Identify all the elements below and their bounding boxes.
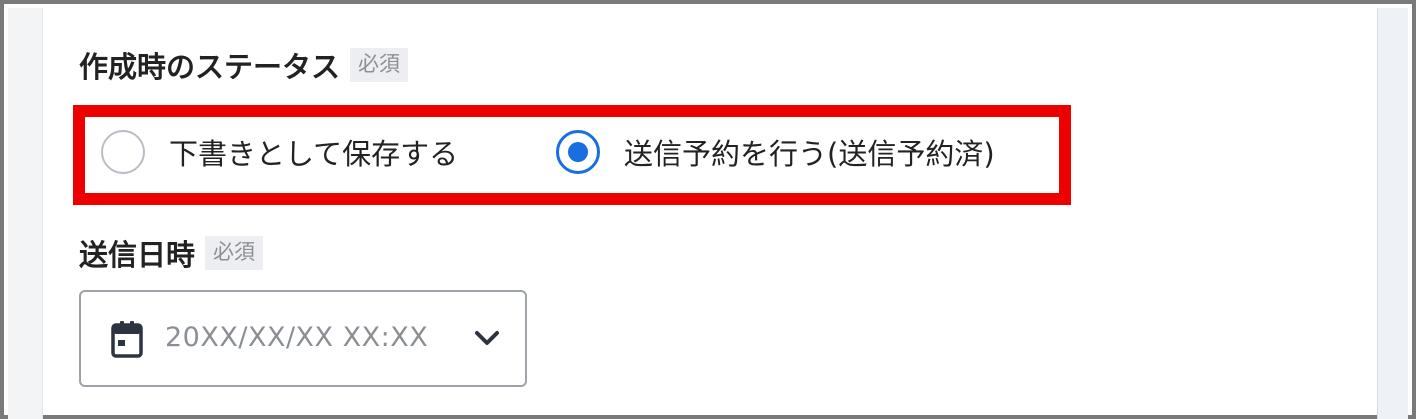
- datetime-label-text: 送信日時: [79, 238, 196, 272]
- radio-label-schedule-send: 送信予約を行う(送信予約済): [624, 137, 995, 171]
- required-badge: 必須: [205, 236, 264, 270]
- calendar-icon: [111, 321, 143, 358]
- datetime-placeholder: 20XX/XX/XX XX:XX: [165, 322, 429, 353]
- datetime-field-label: 送信日時 必須: [79, 232, 264, 274]
- required-badge: 必須: [350, 48, 409, 82]
- status-field-label: 作成時のステータス 必須: [79, 44, 409, 86]
- radio-selected-dot: [568, 142, 588, 162]
- status-label-text: 作成時のステータス: [79, 50, 341, 84]
- chevron-down-icon[interactable]: [473, 328, 501, 348]
- radio-option-schedule-send[interactable]: 送信予約を行う(送信予約済): [556, 124, 995, 180]
- radio-button-unchecked[interactable]: [101, 130, 145, 174]
- form-panel: 作成時のステータス 必須 下書きとして保存する 送信予約を行う(送信予約済) 送…: [0, 0, 1416, 419]
- radio-button-checked[interactable]: [556, 130, 600, 174]
- left-gutter: [8, 8, 43, 419]
- radio-label-save-draft: 下書きとして保存する: [169, 137, 459, 171]
- radio-option-save-draft[interactable]: 下書きとして保存する: [101, 124, 458, 180]
- datetime-input[interactable]: 20XX/XX/XX XX:XX: [79, 290, 527, 387]
- scrollbar-track[interactable]: [1377, 8, 1408, 419]
